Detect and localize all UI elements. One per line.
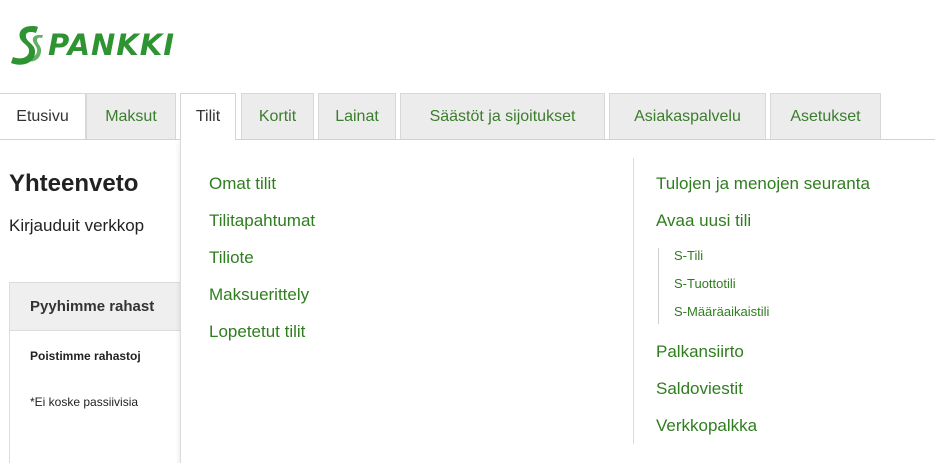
menu-link-tilitapahtumat[interactable]: Tilitapahtumat [209, 211, 315, 231]
notice-text: Poistimme rahastoj [30, 349, 141, 363]
submenu-link-s-tuottotili[interactable]: S-Tuottotili [674, 276, 736, 291]
s-logo-icon [11, 26, 43, 65]
login-info-text: Kirjauduit verkkop [9, 216, 145, 235]
menu-column-divider [633, 158, 634, 444]
brand-name: PANKKI [48, 28, 176, 62]
tab-asetukset[interactable]: Asetukset [770, 93, 881, 139]
page-title: Yhteenveto [9, 170, 139, 197]
menu-link-avaa-uusi-tili[interactable]: Avaa uusi tili [656, 211, 751, 231]
menu-link-palkansiirto[interactable]: Palkansiirto [656, 342, 744, 362]
notice-footnote: *Ei koske passiivisia [30, 395, 139, 409]
submenu-link-s-maaraaikaistili[interactable]: S-Määräaikaistili [674, 304, 769, 319]
tab-saastot-ja-sijoitukset[interactable]: Säästöt ja sijoitukset [400, 93, 605, 139]
notice-heading: Pyyhimme rahast [10, 283, 208, 331]
tilit-dropdown-menu: Omat tilit Tilitapahtumat Tiliote Maksue… [180, 140, 935, 463]
menu-link-verkkopalkka[interactable]: Verkkopalkka [656, 416, 757, 436]
submenu-link-s-tili[interactable]: S-Tili [674, 248, 703, 263]
menu-link-saldoviestit[interactable]: Saldoviestit [656, 379, 743, 399]
tab-maksut[interactable]: Maksut [86, 93, 176, 139]
menu-link-omat-tilit[interactable]: Omat tilit [209, 174, 276, 194]
menu-link-tulojen-ja-menojen-seuranta[interactable]: Tulojen ja menojen seuranta [656, 174, 870, 194]
tab-asiakaspalvelu[interactable]: Asiakaspalvelu [609, 93, 766, 139]
notice-panel: Pyyhimme rahast Poistimme rahastoj *Ei k… [9, 282, 209, 463]
tab-lainat[interactable]: Lainat [318, 93, 396, 139]
brand-logo[interactable]: PANKKI [8, 22, 175, 68]
main-navigation-tabs: Etusivu Maksut Tilit Kortit Lainat Sääst… [0, 93, 935, 140]
menu-link-tiliote[interactable]: Tiliote [209, 248, 254, 268]
submenu-indent-line [658, 248, 659, 324]
menu-link-lopetetut-tilit[interactable]: Lopetetut tilit [209, 322, 305, 342]
tab-etusivu[interactable]: Etusivu [0, 93, 86, 139]
tab-kortit[interactable]: Kortit [241, 93, 314, 139]
tab-tilit[interactable]: Tilit [180, 93, 236, 140]
menu-link-maksuerittely[interactable]: Maksuerittely [209, 285, 309, 305]
